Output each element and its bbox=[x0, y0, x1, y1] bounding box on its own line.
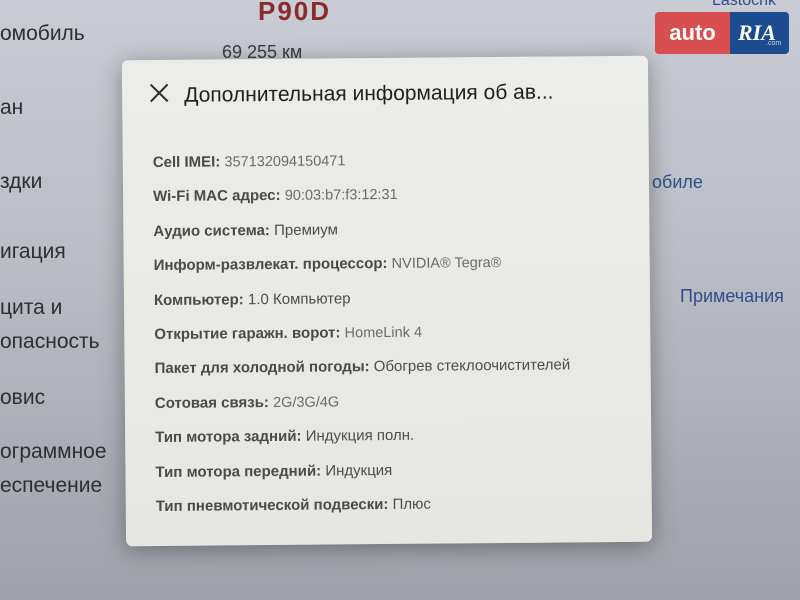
info-key: Тип мотора задний: bbox=[155, 427, 302, 447]
info-row-wifi-mac: Wi-Fi MAC адрес: 90:03:b7:f3:12:31 bbox=[153, 184, 633, 223]
info-value: Индукция полн. bbox=[305, 426, 415, 445]
logo-ria-block: RIA .com bbox=[730, 12, 789, 54]
info-row-rear-motor: Тип мотора задний: Индукция полн. bbox=[155, 425, 635, 464]
info-row-cellular: Сотовая связь: 2G/3G/4G bbox=[155, 391, 635, 430]
settings-sidebar: омобиль ан здки игация цита и опасность … bbox=[0, 0, 140, 600]
background-link[interactable]: обиле bbox=[652, 172, 703, 193]
info-value: Плюс bbox=[392, 495, 431, 513]
info-key: Cell IMEI: bbox=[152, 153, 221, 172]
sidebar-item-safety-line1[interactable]: цита и bbox=[0, 296, 62, 320]
sidebar-item-display[interactable]: ан bbox=[0, 96, 23, 120]
info-value: Индукция bbox=[325, 461, 393, 480]
additional-info-dialog: Дополнительная информация об ав... Cell … bbox=[121, 55, 653, 547]
info-key: Сотовая связь: bbox=[154, 393, 269, 412]
info-key: Информ-развлекат. процессор: bbox=[153, 255, 388, 275]
info-value: Премиум bbox=[273, 221, 338, 239]
owner-name: Lastochk bbox=[712, 0, 777, 9]
sidebar-item-car[interactable]: омобиль bbox=[0, 22, 85, 46]
info-value: 357132094150471 bbox=[224, 153, 346, 171]
info-row-air-suspension: Тип пневмотической подвески: Плюс bbox=[156, 494, 636, 533]
info-row-audio: Аудио система: Премиум bbox=[153, 219, 633, 258]
sidebar-item-driving[interactable]: здки bbox=[0, 170, 42, 194]
info-value: 90:03:b7:f3:12:31 bbox=[284, 187, 398, 205]
autoria-watermark-logo: auto RIA .com bbox=[655, 12, 789, 54]
info-value: NVIDIA® Tegra® bbox=[391, 255, 502, 273]
model-badge: P90D bbox=[258, 0, 332, 26]
logo-ria-subtext: .com bbox=[766, 40, 782, 47]
info-row-cold-weather: Пакет для холодной погоды: Обогрев стекл… bbox=[155, 356, 635, 395]
info-list: Cell IMEI: 357132094150471 Wi-Fi MAC адр… bbox=[153, 150, 636, 532]
info-key: Компьютер: bbox=[153, 290, 244, 309]
sidebar-item-navigation[interactable]: игация bbox=[0, 240, 66, 264]
info-value: 2G/3G/4G bbox=[273, 394, 340, 411]
info-row-garage: Открытие гаражн. ворот: HomeLink 4 bbox=[154, 322, 634, 361]
info-value: 1.0 Компьютер bbox=[247, 289, 351, 308]
close-icon[interactable] bbox=[146, 80, 172, 106]
logo-auto-text: auto bbox=[655, 12, 730, 54]
sidebar-item-software-line2[interactable]: еспечение bbox=[0, 474, 102, 498]
info-key: Wi-Fi MAC адрес: bbox=[153, 187, 281, 206]
info-key: Аудио система: bbox=[153, 221, 270, 240]
release-notes-link[interactable]: Примечания bbox=[680, 286, 784, 307]
info-row-imei: Cell IMEI: 357132094150471 bbox=[153, 150, 633, 189]
sidebar-item-safety-line2[interactable]: опасность bbox=[0, 330, 100, 354]
sidebar-item-software-line1[interactable]: ограммное bbox=[0, 440, 107, 464]
info-key: Открытие гаражн. ворот: bbox=[154, 324, 341, 343]
info-row-infotainment: Информ-развлекат. процессор: NVIDIA® Teg… bbox=[154, 253, 634, 292]
info-key: Тип пневмотической подвески: bbox=[155, 495, 389, 515]
info-key: Пакет для холодной погоды: bbox=[154, 358, 370, 378]
info-key: Тип мотора передний: bbox=[155, 462, 322, 481]
sidebar-item-service[interactable]: овис bbox=[0, 386, 45, 410]
info-row-computer: Компьютер: 1.0 Компьютер bbox=[154, 287, 634, 326]
info-value: Обогрев стеклоочистителей bbox=[373, 356, 571, 376]
dialog-title: Дополнительная информация об ав... bbox=[184, 80, 554, 107]
info-value: HomeLink 4 bbox=[344, 324, 423, 342]
info-row-front-motor: Тип мотора передний: Индукция bbox=[155, 459, 635, 498]
